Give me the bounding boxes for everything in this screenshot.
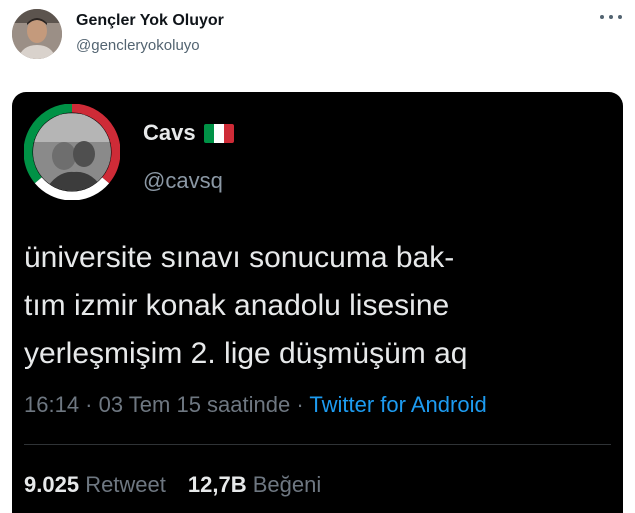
author-handle[interactable]: @gencleryokoluyo [76,37,200,54]
like-label: Beğeni [252,472,322,497]
quoted-author-handle: @cavsq [143,168,223,193]
more-options-icon[interactable] [600,12,622,22]
like-stat: 12,7B Beğeni [188,472,321,498]
person-photo-icon [12,9,62,59]
retweet-label: Retweet [85,472,166,497]
quoted-stats: 9.025 Retweet 12,7B Beğeni [24,472,343,498]
quoted-meta: 16:14 · 03 Tem 15 saatinde · Twitter for… [24,392,487,418]
quoted-name-text: Cavs [143,120,196,145]
quoted-tweet-screenshot: Cavs @cavsq üniversite sınavı sonucuma b… [12,92,623,513]
tweet-header: Gençler Yok Oluyor @gencleryokoluyo [0,0,635,80]
quoted-author-name: Cavs [143,120,234,146]
quoted-avatar [23,103,121,201]
author-avatar[interactable] [12,9,62,59]
divider [24,444,611,445]
like-count: 12,7B [187,472,247,497]
author-name[interactable]: Gençler Yok Oluyor [76,12,224,30]
italy-ring-avatar-icon [23,103,121,201]
italy-flag-icon [203,123,234,143]
quoted-source: Twitter for Android [309,392,487,417]
quoted-timestamp: 16:14 · 03 Tem 15 saatinde · [24,392,310,417]
retweet-count: 9.025 [24,472,80,497]
retweet-stat: 9.025 Retweet [24,472,166,498]
quoted-tweet-text: üniversite sınavı sonucuma bak- tım izmi… [24,241,468,370]
